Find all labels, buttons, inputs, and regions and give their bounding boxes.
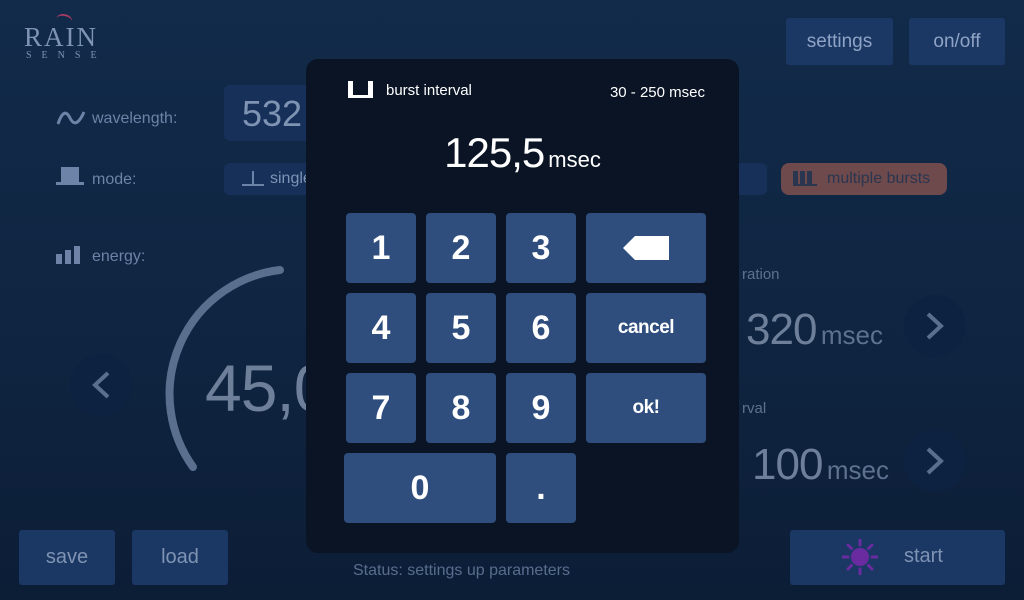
energy-decrease-button[interactable] <box>70 354 132 416</box>
dialog-title-text: burst interval <box>386 81 472 99</box>
chevron-right-icon <box>926 447 944 475</box>
duration-label: ration <box>742 266 780 283</box>
key-decimal[interactable]: . <box>506 453 576 523</box>
interval-readout: 100 msec <box>752 440 889 490</box>
ok-button[interactable]: ok! <box>586 373 706 443</box>
wave-icon <box>56 106 86 135</box>
key-3[interactable]: 3 <box>506 213 576 283</box>
logo-word: RAIN <box>24 22 98 52</box>
load-button[interactable]: load <box>132 530 228 585</box>
wavelength-label: wavelength: <box>92 110 178 127</box>
mode-option-partial[interactable] <box>735 163 767 195</box>
pulse-icon <box>56 167 84 192</box>
backspace-button[interactable] <box>586 213 706 283</box>
save-button[interactable]: save <box>19 530 115 585</box>
key-9[interactable]: 9 <box>506 373 576 443</box>
dialog-value: 125,5 <box>444 129 545 176</box>
chevron-right-icon <box>926 312 944 340</box>
mode-multiple-bursts-button[interactable]: multiple bursts <box>781 163 947 195</box>
bars-icon <box>56 246 82 269</box>
key-2[interactable]: 2 <box>426 213 496 283</box>
duration-value: 320 <box>746 305 817 354</box>
interval-next-button[interactable] <box>904 430 966 492</box>
duration-unit: msec <box>820 320 883 350</box>
duration-next-button[interactable] <box>904 295 966 357</box>
dialog-title: burst interval <box>348 81 472 99</box>
start-button[interactable]: start <box>790 530 1005 585</box>
dialog-unit: msec <box>548 147 601 172</box>
rainsense-logo: RAIN SENSE <box>24 24 114 64</box>
interval-unit: msec <box>826 455 889 485</box>
key-5[interactable]: 5 <box>426 293 496 363</box>
key-4[interactable]: 4 <box>346 293 416 363</box>
logo-subword: SENSE <box>26 50 107 61</box>
onoff-button[interactable]: on/off <box>909 18 1005 65</box>
burst-interval-icon <box>348 81 373 98</box>
key-7[interactable]: 7 <box>346 373 416 443</box>
key-6[interactable]: 6 <box>506 293 576 363</box>
multiple-bursts-icon <box>793 171 817 186</box>
multiple-bursts-label: multiple bursts <box>827 170 931 187</box>
key-0[interactable]: 0 <box>344 453 496 523</box>
key-8[interactable]: 8 <box>426 373 496 443</box>
cancel-button[interactable]: cancel <box>586 293 706 363</box>
single-pulse-icon <box>242 171 264 186</box>
sun-icon <box>842 539 878 575</box>
energy-label: energy: <box>92 248 146 265</box>
settings-button[interactable]: settings <box>786 18 893 65</box>
mode-label: mode: <box>92 171 137 188</box>
chevron-left-icon <box>92 371 110 399</box>
logo-arc <box>55 12 73 28</box>
duration-readout: 320 msec <box>746 305 883 355</box>
wavelength-value: 532 <box>242 93 303 134</box>
dialog-range: 30 - 250 msec <box>609 84 705 101</box>
interval-value: 100 <box>752 440 823 489</box>
burst-interval-dialog: burst interval 30 - 250 msec 125,5 msec 1… <box>306 59 739 553</box>
interval-label: rval <box>742 400 767 417</box>
backspace-icon <box>623 236 669 260</box>
start-label: start <box>904 545 943 567</box>
key-1[interactable]: 1 <box>346 213 416 283</box>
status-text: Status: settings up parameters <box>353 562 570 579</box>
dialog-value-display: 125,5 msec <box>306 129 739 177</box>
